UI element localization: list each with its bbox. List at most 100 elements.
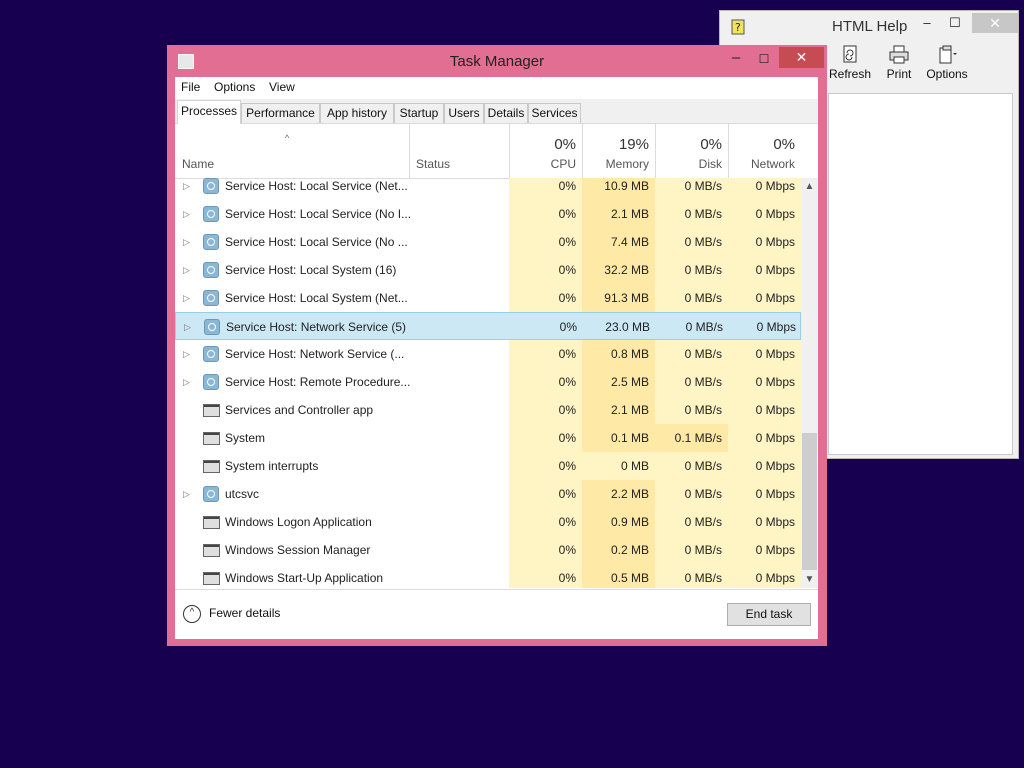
app-window-icon [203,514,220,529]
process-row[interactable]: Services and Controller app 0% 2.1 MB 0 MB/… [175,396,801,424]
process-cpu: 0% [509,508,582,536]
task-manager-title-bar[interactable]: Task Manager – ☐ ✕ [167,45,827,77]
help-close-button[interactable]: ✕ [972,13,1018,33]
refresh-label: Refresh [828,67,872,81]
column-header: ^ Name Status 0% CPU 19% Memory 0% Disk … [175,124,818,179]
options-button[interactable]: Options [922,45,972,81]
process-list: ▷ Service Host: Local Service (Net... 0% 10… [175,178,801,588]
process-disk: 0 MB/s [655,368,728,396]
tab-details[interactable]: Details [484,103,528,123]
tab-startup[interactable]: Startup [394,103,444,123]
menu-view[interactable]: View [269,80,295,94]
end-task-button[interactable]: End task [727,603,811,626]
expand-arrow-icon[interactable]: ▷ [183,200,193,228]
process-network: 0 Mbps [728,228,801,256]
process-network: 0 Mbps [728,368,801,396]
cpu-column-label: CPU [550,157,576,171]
expand-arrow-icon[interactable]: ▷ [183,480,193,508]
help-question-icon: ? [731,19,745,35]
maximize-button[interactable]: ☐ [750,49,778,69]
process-memory: 2.5 MB [582,368,655,396]
process-row[interactable]: ▷ Service Host: Network Service (5) 0% 23.0… [175,312,801,340]
process-row[interactable]: Windows Start-Up Application 0% 0.5 MB 0 MB… [175,564,801,588]
scroll-up-arrow-icon[interactable]: ▲ [801,178,818,195]
expand-arrow-icon[interactable]: ▷ [183,368,193,396]
process-memory: 32.2 MB [582,256,655,284]
process-row[interactable]: Windows Session Manager 0% 0.2 MB 0 MB/s 0 M… [175,536,801,564]
service-gear-icon [203,178,219,194]
process-name: Service Host: Local Service (No ... [225,235,408,249]
network-column-label: Network [750,157,795,171]
process-disk: 0 MB/s [655,200,728,228]
process-memory: 0.8 MB [582,340,655,368]
process-network: 0 Mbps [728,536,801,564]
process-cpu: 0% [509,200,582,228]
tab-processes[interactable]: Processes [177,100,241,124]
process-row[interactable]: Windows Logon Application 0% 0.9 MB 0 MB/s 0… [175,508,801,536]
process-name: Windows Logon Application [225,515,372,529]
service-gear-icon [204,319,220,335]
tab-users[interactable]: Users [444,103,484,123]
help-minimize-button[interactable]: – [914,13,940,33]
tab-app-history[interactable]: App history [320,103,394,123]
app-window-icon [203,402,220,417]
menu-options[interactable]: Options [214,80,255,94]
process-row[interactable]: ▷ utcsvc 0% 2.2 MB 0 MB/s 0 Mbps [175,480,801,508]
expand-arrow-icon[interactable]: ▷ [183,284,193,312]
column-memory[interactable]: 19% Memory [582,124,655,178]
help-maximize-button[interactable]: ☐ [942,13,968,33]
process-cpu: 0% [509,424,582,452]
process-disk: 0 MB/s [655,178,728,200]
expand-arrow-icon[interactable]: ▷ [183,228,193,256]
column-cpu[interactable]: 0% CPU [509,124,582,178]
vertical-scrollbar[interactable]: ▲ ▼ [801,178,818,588]
help-content-pane[interactable] [828,93,1013,455]
memory-total-percent: 19% [618,136,649,153]
tab-performance[interactable]: Performance [241,103,320,123]
disk-column-label: Disk [698,157,722,171]
process-row[interactable]: ▷ Service Host: Remote Procedure... 0% 2.5 … [175,368,801,396]
menu-file[interactable]: File [181,80,200,94]
column-disk[interactable]: 0% Disk [655,124,728,178]
process-cpu: 0% [509,564,582,588]
process-row[interactable]: ▷ Service Host: Local System (Net... 0% 91.… [175,284,801,312]
process-row[interactable]: ▷ Service Host: Local Service (No ... 0% 7.… [175,228,801,256]
column-name[interactable]: Name [175,124,409,178]
expand-arrow-icon[interactable]: ▷ [183,178,193,200]
print-button[interactable]: Print [874,45,924,81]
expand-arrow-icon[interactable]: ▷ [183,340,193,368]
process-cpu: 0% [509,368,582,396]
process-cpu: 0% [509,480,582,508]
column-network[interactable]: 0% Network [728,124,801,178]
fewer-details-link[interactable]: Fewer details [209,606,280,620]
expand-arrow-icon[interactable]: ▷ [184,313,194,341]
scroll-thumb[interactable] [802,433,817,570]
close-button[interactable]: ✕ [779,47,824,68]
menu-bar: File Options View [175,77,818,99]
column-status[interactable]: Status [409,124,509,178]
service-gear-icon [203,234,219,250]
refresh-button[interactable]: Refresh [825,45,875,81]
scroll-down-arrow-icon[interactable]: ▼ [801,571,818,588]
help-title-bar[interactable]: ? HTML Help – ☐ ✕ [720,11,1018,41]
process-row[interactable]: ▷ Service Host: Local Service (Net... 0% 10… [175,178,801,200]
process-row[interactable]: ▷ Service Host: Local System (16) 0% 32.2 M… [175,256,801,284]
expand-arrow-icon[interactable]: ▷ [183,256,193,284]
process-memory: 0.1 MB [582,424,655,452]
collapse-circle-icon[interactable]: ^ [183,605,201,623]
process-row[interactable]: System 0% 0.1 MB 0.1 MB/s 0 Mbps [175,424,801,452]
process-cpu: 0% [509,256,582,284]
tab-services[interactable]: Services [528,103,581,123]
process-cpu: 0% [509,536,582,564]
process-network: 0 Mbps [728,452,801,480]
process-memory: 7.4 MB [582,228,655,256]
process-cpu: 0% [509,452,582,480]
process-network: 0 Mbps [728,284,801,312]
process-row[interactable]: ▷ Service Host: Local Service (No I... 0% 2… [175,200,801,228]
process-cpu: 0% [509,284,582,312]
process-row[interactable]: System interrupts 0% 0 MB 0 MB/s 0 Mbps [175,452,801,480]
svg-text:?: ? [735,21,741,34]
minimize-button[interactable]: – [722,49,750,69]
process-memory: 0.2 MB [582,536,655,564]
process-row[interactable]: ▷ Service Host: Network Service (... 0% 0.8… [175,340,801,368]
